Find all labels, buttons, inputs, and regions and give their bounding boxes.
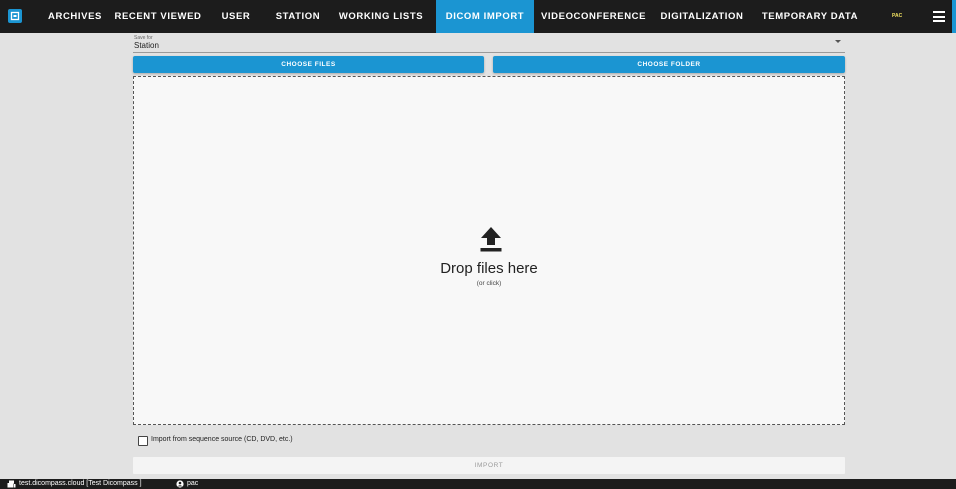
tab-recent-viewed[interactable]: RECENT VIEWED [112,0,204,33]
tab-user[interactable]: USER [212,0,260,33]
tab-dicom-import[interactable]: DICOM IMPORT [436,0,534,33]
choose-folder-button[interactable]: CHOOSE FOLDER [493,56,845,73]
upload-icon [480,227,502,252]
edge-strip [952,0,956,33]
tab-station[interactable]: STATION [268,0,328,33]
import-button[interactable]: IMPORT [133,457,845,474]
status-bar: test.dicompass.cloud [Test Dicompass ] p… [0,479,956,489]
drop-files-subtitle: (or click) [476,280,502,287]
server-icon [7,480,16,488]
tab-temporary-data[interactable]: TEMPORARY DATA [760,0,860,33]
save-for-value: Station [134,41,159,50]
home-icon[interactable] [8,9,22,23]
sequence-source-label[interactable]: Import from sequence source (CD, DVD, et… [151,436,293,443]
drop-zone[interactable]: Drop files here (or click) [133,76,845,425]
tab-working-lists[interactable]: WORKING LISTS [335,0,427,33]
save-for-select[interactable]: Save for Station [133,35,845,53]
server-name: test.dicompass.cloud [Test Dicompass ] [19,480,142,487]
sequence-source-checkbox[interactable] [138,436,148,446]
tab-digitalization[interactable]: DIGITALIZATION [654,0,750,33]
hamburger-menu-icon[interactable] [933,11,945,22]
tab-archives[interactable]: ARCHIVES [30,0,120,33]
chevron-down-icon[interactable] [835,40,841,43]
tab-videoconference[interactable]: VIDEOCONFERENCE [541,0,645,33]
choose-files-button[interactable]: CHOOSE FILES [133,56,484,73]
user-icon [176,480,184,488]
user-badge[interactable]: PAC [892,0,902,33]
status-user: pac [187,480,199,487]
drop-files-title: Drop files here [440,260,538,277]
top-navigation: ARCHIVES RECENT VIEWED USER STATION WORK… [0,0,956,33]
